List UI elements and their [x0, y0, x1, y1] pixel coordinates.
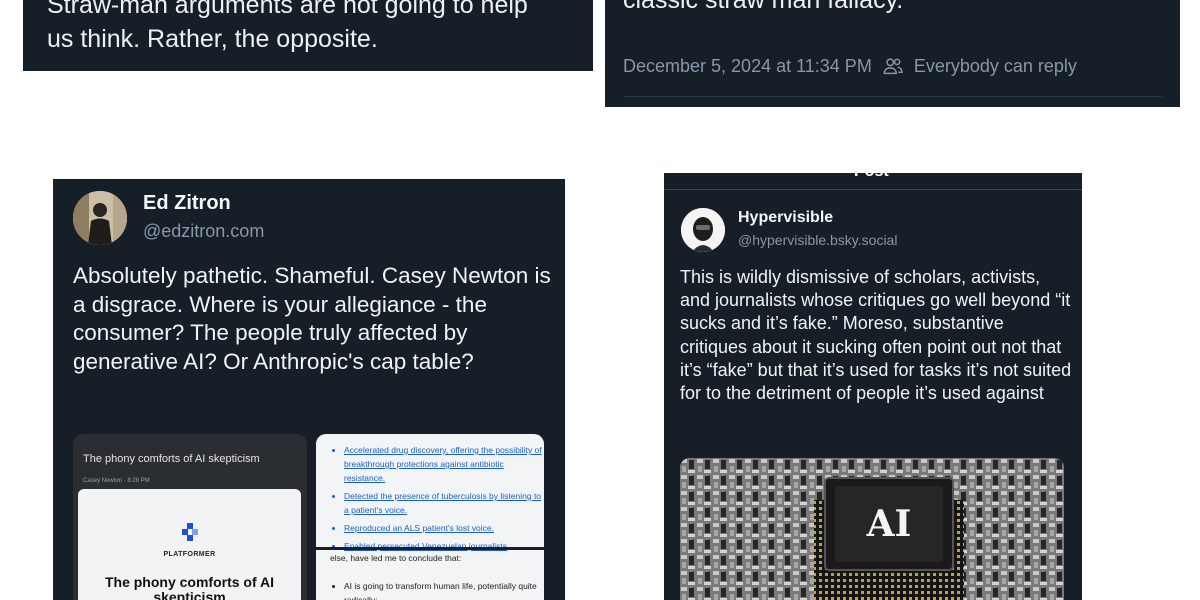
post-text-line: Straw-man arguments are not going to hel…: [47, 0, 528, 19]
author-name[interactable]: Hypervisible: [738, 209, 833, 227]
post-card-ed-zitron: Ed Zitron @edzitron.com Absolutely pathe…: [53, 179, 565, 600]
author-handle[interactable]: @hypervisible.bsky.social: [738, 232, 897, 248]
post-card-left-top: Straw-man arguments are not going to hel…: [23, 0, 593, 71]
post-text: This is wildly dismissive of scholars, a…: [680, 267, 1072, 404]
people-icon: [883, 58, 903, 75]
post-card-right-top: classic straw man fallacy. December 5, 2…: [605, 0, 1180, 107]
post-header-title: Post: [854, 173, 889, 181]
avatar-photo-icon: [681, 208, 725, 252]
article-preview: PLATFORMER The phony comforts of AI skep…: [78, 489, 301, 600]
post-text: classic straw man fallacy.: [623, 0, 903, 17]
embed-title: The phony comforts of AI skepticism: [83, 453, 260, 465]
platformer-logo-icon: [182, 523, 198, 541]
reply-setting-label[interactable]: Everybody can reply: [914, 56, 1077, 77]
avatar-photo-icon: [73, 191, 127, 245]
screenshot-seam: [316, 547, 544, 550]
post-text-line: classic straw man fallacy.: [623, 0, 904, 14]
embedded-screenshot-text[interactable]: Accelerated drug discovery, offering the…: [316, 434, 544, 600]
embed-byline: Casey Newton · 8:28 PM: [83, 478, 150, 484]
bullet-item: AI is going to transform human life, pot…: [344, 579, 544, 600]
link-item[interactable]: Reproduced an ALS patient's lost voice.: [344, 521, 544, 535]
link-item[interactable]: Detected the presence of tuberculosis by…: [344, 489, 544, 517]
embedded-screenshot-article[interactable]: The phony comforts of AI skepticism Case…: [73, 434, 307, 600]
post-header-bar: Post: [664, 173, 1082, 190]
divider: [623, 96, 1162, 97]
avatar[interactable]: [73, 191, 127, 245]
author-handle[interactable]: @edzitron.com: [143, 221, 264, 242]
post-text: Straw-man arguments are not going to hel…: [47, 0, 528, 56]
post-meta: December 5, 2024 at 11:34 PM Everybody c…: [623, 55, 1077, 77]
author-name[interactable]: Ed Zitron: [143, 192, 231, 215]
link-item[interactable]: Accelerated drug discovery, offering the…: [344, 443, 544, 485]
post-image[interactable]: AI: [680, 458, 1064, 600]
post-text: Absolutely pathetic. Shameful. Casey New…: [73, 263, 551, 374]
publisher-name: PLATFORMER: [163, 551, 216, 558]
avatar[interactable]: [681, 208, 725, 252]
chip-label: AI: [866, 503, 912, 545]
post-timestamp: December 5, 2024 at 11:34 PM: [623, 55, 872, 76]
post-text-line: us think. Rather, the opposite.: [47, 25, 378, 53]
link-item[interactable]: Enabled persecuted Venezuelan journalist…: [344, 539, 544, 553]
post-card-hypervisible: Post Hypervisible @hypervisible.bsky.soc…: [664, 173, 1082, 600]
bullet-list: AI is going to transform human life, pot…: [316, 579, 544, 600]
article-headline: The phony comforts of AI skepticism: [104, 574, 275, 600]
continued-text: else, have led me to conclude that:: [330, 553, 462, 563]
ai-chip-image: AI: [680, 458, 1064, 600]
link-list: Accelerated drug discovery, offering the…: [316, 443, 544, 557]
